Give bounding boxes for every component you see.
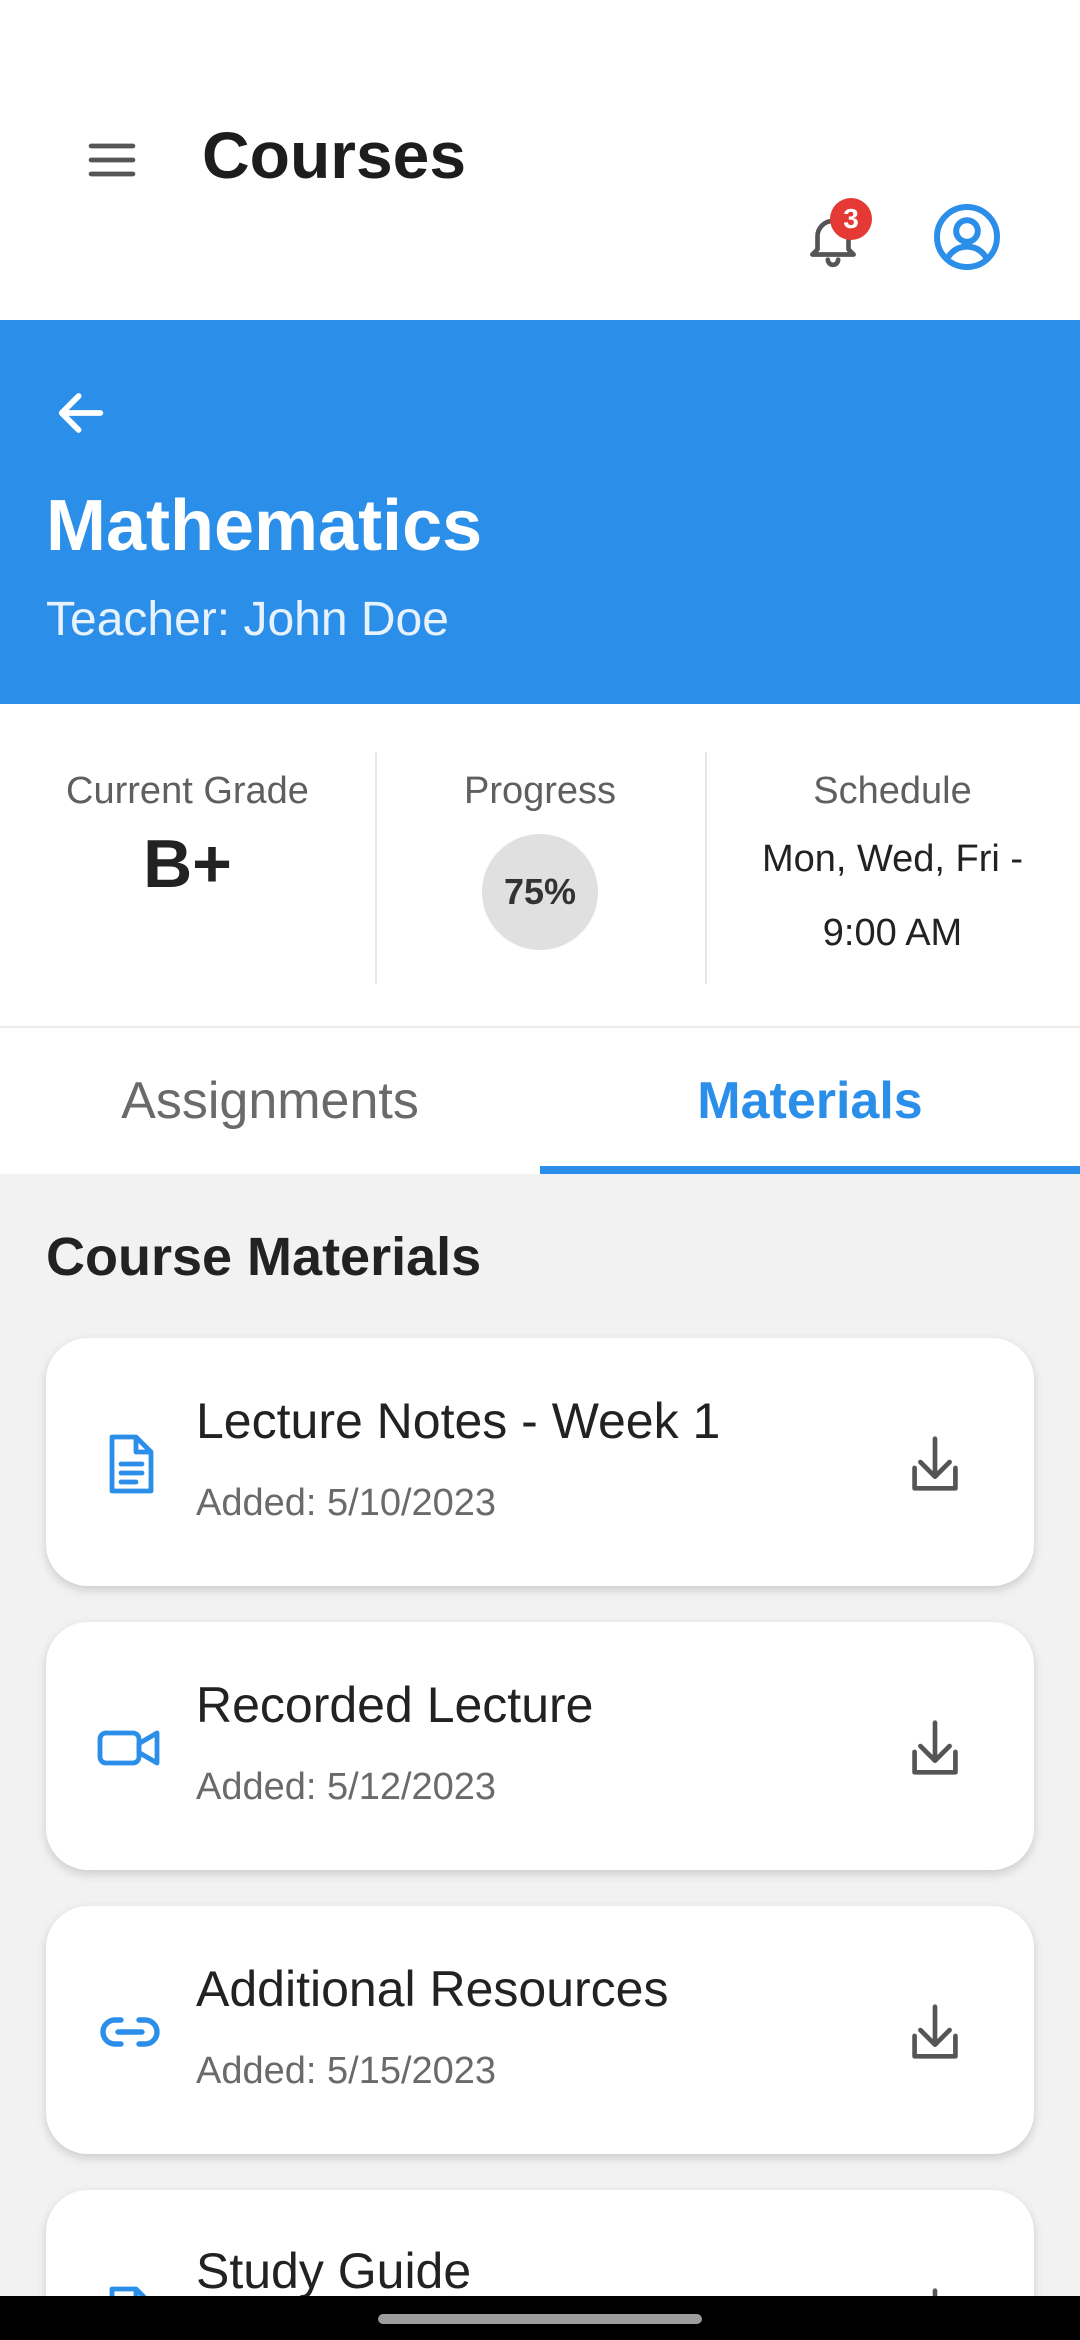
progress-stat: Progress 75% — [375, 704, 705, 1028]
material-card[interactable]: Recorded Lecture Added: 5/12/2023 — [46, 1622, 1034, 1870]
course-title: Mathematics — [46, 486, 483, 566]
home-gesture-handle[interactable] — [378, 2314, 702, 2324]
progress-label: Progress — [463, 770, 617, 812]
status-bar — [0, 0, 1080, 80]
section-title: Course Materials — [46, 1227, 482, 1287]
material-date: Added: 5/12/2023 — [196, 1766, 497, 1808]
document-icon — [109, 1434, 154, 1494]
download-icon[interactable] — [900, 1714, 970, 1784]
tab-assignments[interactable]: Assignments — [0, 1028, 540, 1174]
download-icon[interactable] — [900, 1430, 970, 1500]
profile-button[interactable] — [926, 196, 1008, 278]
back-button[interactable] — [40, 372, 122, 454]
grade-label: Current Grade — [66, 770, 309, 812]
material-title: Lecture Notes - Week 1 — [196, 1393, 721, 1449]
material-title: Additional Resources — [196, 1961, 669, 2017]
download-icon[interactable] — [900, 1998, 970, 2068]
material-title: Recorded Lecture — [196, 1677, 594, 1733]
material-title: Study Guide — [196, 2243, 472, 2299]
hamburger-menu-icon — [88, 143, 136, 177]
app-bar — [0, 80, 1080, 320]
material-date: Added: 5/10/2023 — [196, 1482, 497, 1524]
material-card[interactable]: Lecture Notes - Week 1 Added: 5/10/2023 — [46, 1338, 1034, 1586]
grade-value: B+ — [143, 826, 232, 902]
video-icon — [97, 1730, 160, 1766]
teacher-name: Teacher: John Doe — [46, 593, 449, 646]
link-icon — [100, 2017, 160, 2047]
menu-button[interactable] — [72, 120, 152, 200]
grade-stat: Current Grade B+ — [0, 704, 375, 1028]
progress-indicator: 75% — [482, 834, 598, 950]
tab-materials[interactable]: Materials — [540, 1028, 1080, 1174]
schedule-stat: Schedule Mon, Wed, Fri - 9:00 AM — [705, 704, 1080, 1028]
active-tab-indicator — [540, 1166, 1080, 1174]
material-date: Added: 5/15/2023 — [196, 2050, 497, 2092]
material-card[interactable]: Additional Resources Added: 5/15/2023 — [46, 1906, 1034, 2154]
schedule-value: Mon, Wed, Fri - 9:00 AM — [761, 838, 1024, 954]
arrow-left-icon — [58, 393, 104, 433]
tab-bar: Assignments Materials — [0, 1028, 1080, 1174]
course-stats: Current Grade B+ Progress 75% Schedule M… — [0, 704, 1080, 1028]
notification-badge: 3 — [830, 198, 872, 240]
account-circle-icon — [934, 204, 1000, 270]
app-title: Courses — [202, 118, 467, 192]
schedule-label: Schedule — [813, 770, 972, 812]
